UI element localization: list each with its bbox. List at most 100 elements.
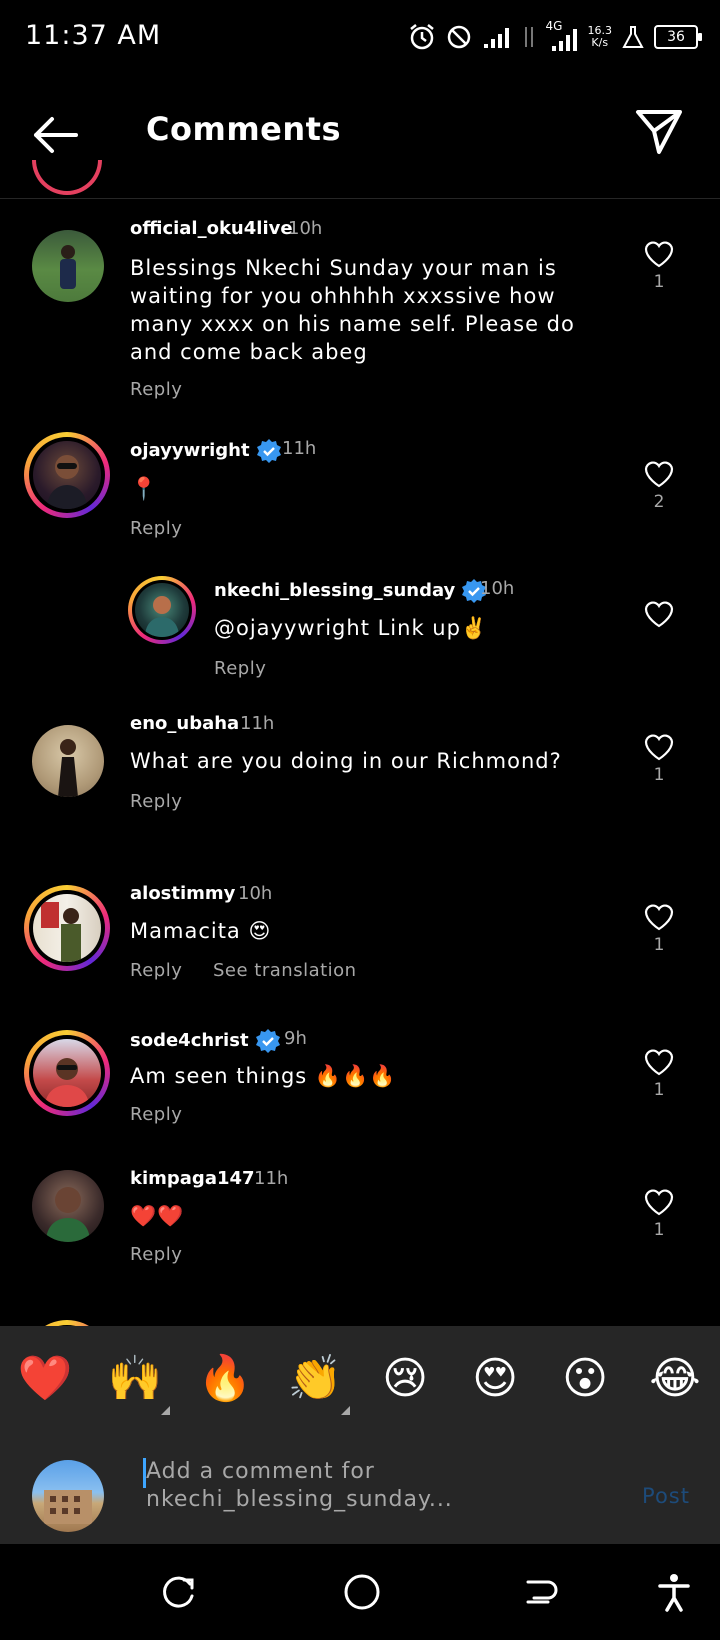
status-time: 11:37 AM <box>25 20 162 51</box>
verified-badge-icon <box>255 1029 280 1053</box>
heart-icon[interactable] <box>642 1044 676 1078</box>
avatar <box>33 441 101 509</box>
my-avatar <box>32 1460 104 1532</box>
comment-input[interactable]: Add a comment for nkechi_blessing_sunday… <box>146 1458 566 1514</box>
emoji-reaction-bar: ❤️ 🙌 🔥 👏 😢 😍 😮 😂 <box>0 1326 720 1438</box>
comment-time: 10h <box>238 883 273 904</box>
comment-time: 9h <box>284 1028 307 1049</box>
comment-username[interactable]: nkechi_blessing_sunday <box>214 578 487 604</box>
comment-username[interactable]: eno_ubaha <box>130 713 239 734</box>
system-navigation-bar <box>0 1544 720 1640</box>
page-title: Comments <box>146 110 341 148</box>
like-count: 1 <box>653 1220 665 1240</box>
data-arrows-icon <box>524 27 533 47</box>
paper-plane-icon[interactable] <box>634 106 684 156</box>
back-icon[interactable] <box>520 1572 560 1612</box>
comment-time: 10h <box>480 578 515 599</box>
comment-composer: Add a comment for nkechi_blessing_sunday… <box>0 1438 720 1544</box>
heart-icon[interactable] <box>642 729 676 763</box>
comment-time: 10h <box>288 218 323 239</box>
like-count: 1 <box>653 1080 665 1100</box>
emoji-surprised[interactable]: 😮 <box>555 1353 615 1405</box>
like-count: 1 <box>653 272 665 292</box>
comment-item: kimpaga147 11h ❤️❤️ Reply 1 <box>0 1128 720 1268</box>
reply-button[interactable]: Reply <box>130 1244 182 1265</box>
network-speed: 16.3 K/s <box>588 25 613 49</box>
emoji-laughing[interactable]: 😂 <box>645 1353 705 1405</box>
skin-tone-indicator <box>341 1406 350 1415</box>
alarm-icon <box>409 24 434 50</box>
reply-button[interactable]: Reply <box>130 379 182 400</box>
reply-button[interactable]: Reply <box>214 658 266 679</box>
skin-tone-indicator <box>161 1406 170 1415</box>
comment-text: ❤️❤️ <box>130 1204 185 1228</box>
header: Comments <box>0 88 720 199</box>
emoji-clapping[interactable]: 👏 <box>285 1353 345 1405</box>
comment-item: sode4christ 9h Am seen things 🔥🔥🔥 Reply … <box>0 988 720 1128</box>
heart-icon[interactable] <box>642 899 676 933</box>
comment-item: alostimmy 10h Mamacita 😍 Reply See trans… <box>0 843 720 988</box>
comment-item: eno_ubaha 11h What are you doing in our … <box>0 703 720 843</box>
flask-icon <box>622 26 644 48</box>
reply-button[interactable]: Reply <box>130 960 182 981</box>
comment-username[interactable]: sode4christ <box>130 1028 281 1054</box>
username-text[interactable]: sode4christ <box>130 1030 249 1051</box>
comments-list[interactable]: official_oku4live 10h Blessings Nkechi S… <box>0 198 720 1326</box>
comment-item: official_oku4live 10h Blessings Nkechi S… <box>0 198 720 418</box>
comment-text: 📍 <box>130 477 159 502</box>
comment-item: ojayywright 11h 📍 Reply 2 <box>0 418 720 558</box>
comment-text: What are you doing in our Richmond? <box>130 749 562 773</box>
comment-username[interactable]: kimpaga147 <box>130 1168 255 1189</box>
avatar <box>33 1039 101 1107</box>
avatar[interactable] <box>32 1170 104 1242</box>
speed-unit: K/s <box>591 36 609 49</box>
reply-button[interactable]: Reply <box>130 1104 182 1125</box>
signal-icon <box>483 28 509 48</box>
avatar-story-ring[interactable] <box>24 1030 110 1116</box>
heart-icon[interactable] <box>642 236 676 270</box>
avatar-story-ring[interactable] <box>24 885 110 971</box>
battery-indicator: 36 <box>654 25 702 49</box>
username-text[interactable]: nkechi_blessing_sunday <box>214 580 455 601</box>
emoji-crying[interactable]: 😢 <box>375 1353 435 1405</box>
emoji-fire[interactable]: 🔥 <box>195 1353 255 1405</box>
emoji-heart-eyes[interactable]: 😍 <box>465 1353 525 1405</box>
avatar[interactable] <box>32 725 104 797</box>
heart-icon[interactable] <box>642 1184 676 1218</box>
avatar <box>33 894 101 962</box>
status-bar: 11:37 AM 4G 16.3 K/s 36 <box>0 0 720 72</box>
avatar[interactable] <box>32 230 104 302</box>
like-count: 1 <box>653 935 665 955</box>
comment-text: Blessings Nkechi Sunday your man is wait… <box>130 256 575 364</box>
signal-4g-icon: 4G <box>546 20 578 52</box>
avatar-story-ring[interactable] <box>24 432 110 518</box>
comment-text: Am seen things 🔥🔥🔥 <box>130 1064 397 1088</box>
home-circle-icon[interactable] <box>340 1570 384 1614</box>
comment-username[interactable]: alostimmy <box>130 883 235 904</box>
recents-icon[interactable] <box>160 1572 200 1612</box>
post-button[interactable]: Post <box>642 1484 690 1508</box>
accessibility-icon[interactable] <box>654 1572 694 1612</box>
like-count: 1 <box>653 765 665 785</box>
heart-icon[interactable] <box>642 596 676 630</box>
reply-button[interactable]: Reply <box>130 518 182 539</box>
comment-text: @ojayywright Link up✌️ <box>214 616 489 640</box>
do-not-disturb-icon <box>447 25 470 49</box>
avatar-story-ring[interactable] <box>128 576 196 644</box>
verified-badge-icon <box>256 439 281 463</box>
comment-text: Mamacita 😍 <box>130 919 272 943</box>
emoji-raising-hands[interactable]: 🙌 <box>105 1353 165 1405</box>
like-count: 2 <box>653 492 665 512</box>
comment-reply-item: nkechi_blessing_sunday 10h @ojayywright … <box>0 558 720 703</box>
comment-time: 11h <box>282 438 317 459</box>
emoji-heart[interactable]: ❤️ <box>15 1353 75 1405</box>
username-text[interactable]: ojayywright <box>130 440 250 461</box>
heart-icon[interactable] <box>642 456 676 490</box>
reply-button[interactable]: Reply <box>130 791 182 812</box>
comment-username[interactable]: ojayywright <box>130 438 282 464</box>
see-translation-button[interactable]: See translation <box>213 960 357 981</box>
comment-time: 11h <box>240 713 275 734</box>
status-icons: 4G 16.3 K/s 36 <box>408 20 702 54</box>
arrow-left-icon[interactable] <box>28 108 82 162</box>
comment-username[interactable]: official_oku4live <box>130 218 293 239</box>
